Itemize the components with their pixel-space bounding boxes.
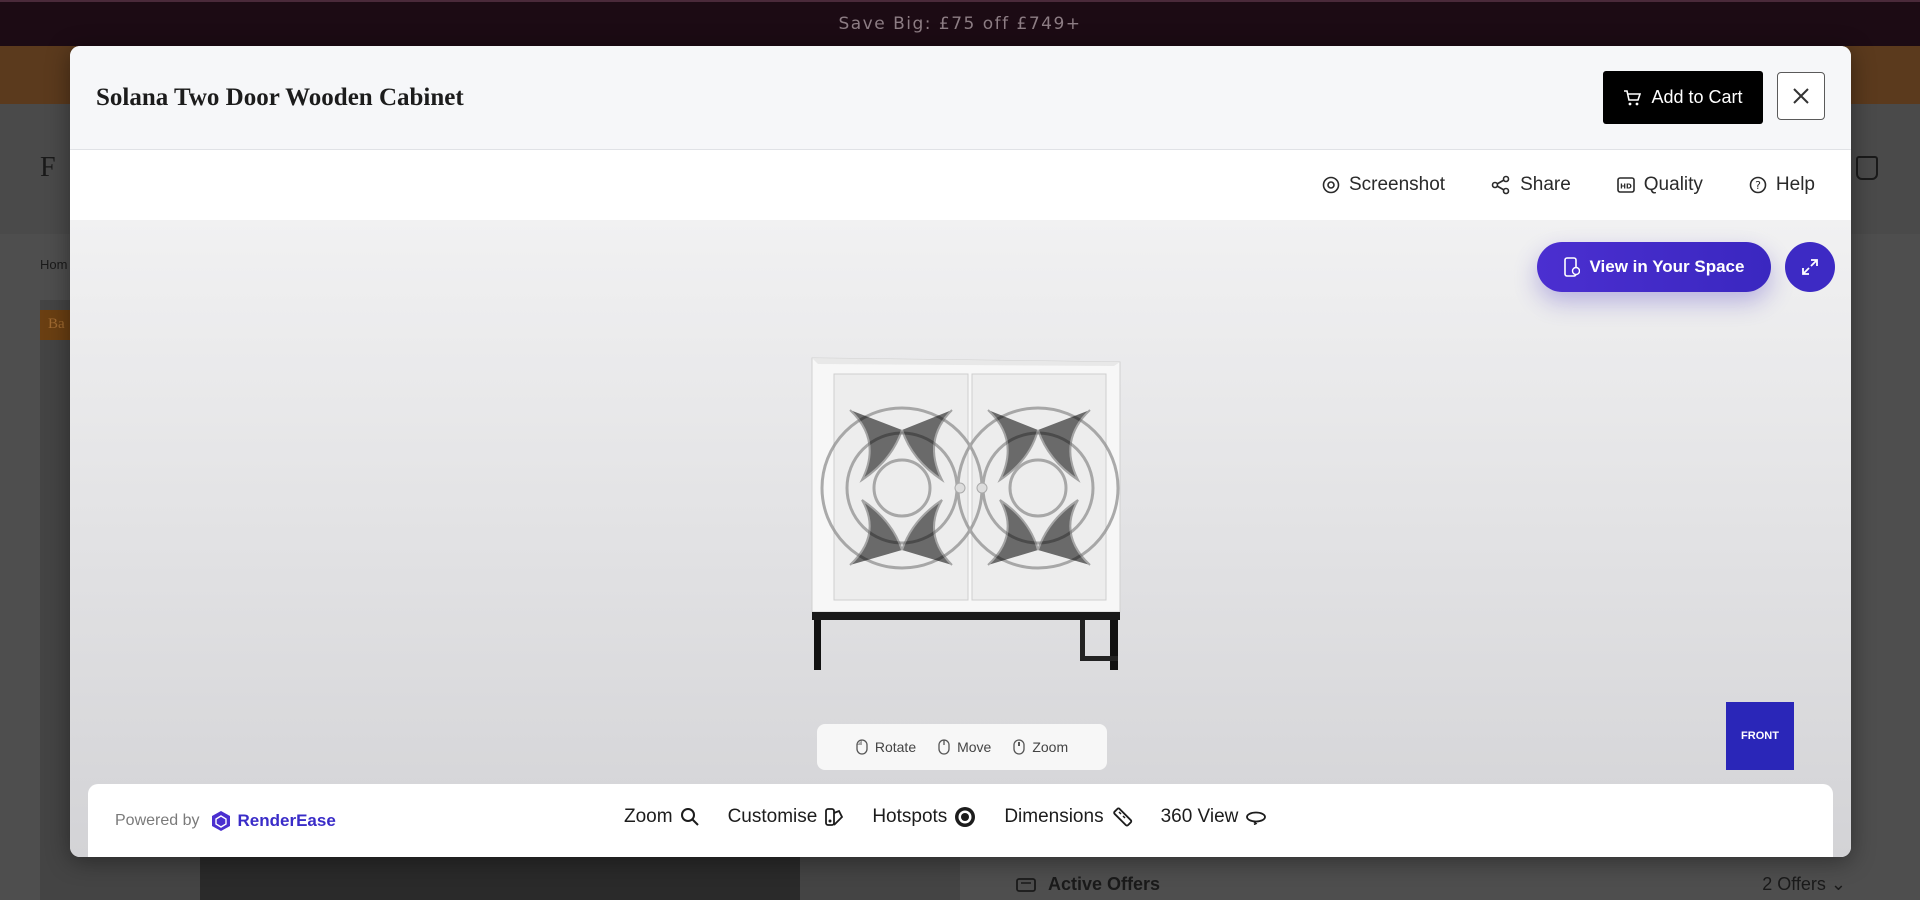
3d-viewport[interactable]: View in Your Space Rotate Move Zoom FRON… <box>70 220 1851 857</box>
view-in-your-space-button[interactable]: View in Your Space <box>1537 242 1771 292</box>
promo-text: Save Big: £75 off £749+ <box>838 14 1082 34</box>
customise-feature-label: Customise <box>727 806 818 827</box>
mouse-left-click-icon <box>856 739 868 755</box>
modal-title: Solana Two Door Wooden Cabinet <box>96 84 464 111</box>
screenshot-button[interactable]: Screenshot <box>1322 174 1445 196</box>
hint-move: Move <box>938 739 991 755</box>
active-offers-row[interactable]: Active Offers 2 Offers ⌄ <box>1016 874 1846 895</box>
360-view-feature-button[interactable]: 360 View <box>1161 806 1268 828</box>
3d-viewer-modal: Solana Two Door Wooden Cabinet Add to Ca… <box>70 46 1851 857</box>
help-label: Help <box>1775 174 1815 195</box>
customise-feature-button[interactable]: Customise <box>728 806 845 828</box>
svg-text:HD: HD <box>1620 183 1632 191</box>
rotate-360-icon <box>1246 811 1267 825</box>
fullscreen-button[interactable] <box>1785 242 1835 292</box>
360-view-feature-label: 360 View <box>1160 806 1239 827</box>
palette-icon <box>825 808 844 826</box>
product-badge: Ba <box>40 310 70 340</box>
chevron-down-icon: ⌄ <box>1830 874 1846 894</box>
view-in-your-space-label: View in Your Space <box>1589 257 1745 276</box>
close-icon <box>1793 88 1809 104</box>
target-icon <box>955 807 976 827</box>
powered-by-label: Powered by <box>115 812 200 829</box>
share-icon <box>1491 175 1510 195</box>
orientation-cube[interactable]: FRONT <box>1726 702 1794 770</box>
quality-label: Quality <box>1643 174 1703 195</box>
mouse-right-click-icon <box>938 739 950 755</box>
brand-name: RenderEase <box>237 811 336 830</box>
hint-rotate: Rotate <box>856 739 916 755</box>
share-label: Share <box>1520 174 1571 195</box>
ruler-icon <box>1112 807 1132 827</box>
help-button[interactable]: ? Help <box>1749 174 1815 196</box>
dimensions-feature-label: Dimensions <box>1004 806 1104 827</box>
dimensions-feature-button[interactable]: Dimensions <box>1004 806 1132 828</box>
hint-zoom-label: Zoom <box>1032 739 1069 755</box>
close-button[interactable] <box>1777 72 1825 120</box>
cube-logo-icon <box>211 811 230 831</box>
modal-header: Solana Two Door Wooden Cabinet Add to Ca… <box>70 46 1851 150</box>
breadcrumb[interactable]: Hom <box>40 257 67 272</box>
hotspots-feature-button[interactable]: Hotspots <box>872 806 976 828</box>
ticket-icon <box>1016 877 1036 892</box>
viewer-footer: Powered by RenderEase Zoom Customise Hot… <box>88 784 1833 857</box>
ar-phone-icon <box>1563 257 1580 277</box>
controls-hint: Rotate Move Zoom <box>817 724 1107 770</box>
share-button[interactable]: Share <box>1491 174 1571 196</box>
add-to-cart-label: Add to Cart <box>1651 87 1743 107</box>
product-image <box>200 856 800 900</box>
feature-menu: Zoom Customise Hotspots Dimensions 360 V… <box>624 806 1267 828</box>
hint-zoom: Zoom <box>1013 739 1068 755</box>
active-offers-label: Active Offers <box>1048 874 1161 894</box>
hd-icon: HD <box>1616 177 1635 193</box>
mouse-scroll-icon <box>1013 739 1025 755</box>
cabinet-3d-model[interactable] <box>802 350 1132 680</box>
hint-rotate-label: Rotate <box>874 739 917 755</box>
zoom-feature-label: Zoom <box>624 806 673 827</box>
screenshot-label: Screenshot <box>1348 174 1446 195</box>
zoom-feature-button[interactable]: Zoom <box>624 806 700 828</box>
powered-by: Powered by RenderEase <box>115 810 336 832</box>
cart-icon[interactable] <box>1856 156 1878 180</box>
camera-shutter-icon <box>1322 176 1340 194</box>
offers-count: 2 Offers <box>1762 874 1826 894</box>
promo-bar: Save Big: £75 off £749+ <box>0 0 1920 46</box>
add-to-cart-button[interactable]: Add to Cart <box>1603 71 1763 124</box>
cart-icon <box>1624 89 1642 105</box>
expand-icon <box>1802 259 1818 275</box>
quality-button[interactable]: HD Quality <box>1616 174 1703 196</box>
svg-text:?: ? <box>1755 179 1761 192</box>
help-icon: ? <box>1749 176 1767 194</box>
hint-move-label: Move <box>957 739 992 755</box>
viewer-toolbar: Screenshot Share HD Quality ? Help <box>70 150 1851 220</box>
brand-logo[interactable]: RenderEase <box>210 810 336 832</box>
magnifier-icon <box>680 808 699 826</box>
hotspots-feature-label: Hotspots <box>872 806 948 827</box>
